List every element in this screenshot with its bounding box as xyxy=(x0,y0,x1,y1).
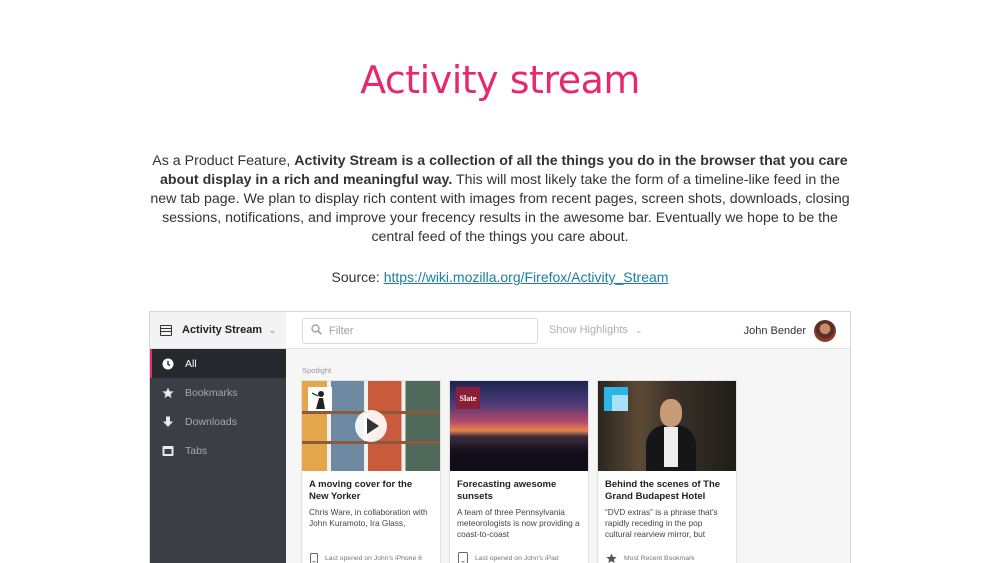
card-title: Forecasting awesome sunsets xyxy=(457,479,557,502)
download-arrow-icon xyxy=(162,416,174,428)
source-line: Source: https://wiki.mozilla.org/Firefox… xyxy=(0,269,1000,285)
sidebar-item-bookmarks[interactable]: Bookmarks xyxy=(150,378,286,407)
filter-box xyxy=(302,318,538,344)
clock-icon xyxy=(162,358,174,370)
new-yorker-logo-icon xyxy=(308,387,332,411)
spotlight-card[interactable]: Behind the scenes of The Grand Budapest … xyxy=(597,380,737,563)
sidebar-item-tabs[interactable]: Tabs xyxy=(150,436,286,465)
sidebar-item-label: Tabs xyxy=(185,444,208,457)
activity-stream-app: Activity Stream ⌄ All Bookmarks Download… xyxy=(149,311,851,563)
card-thumbnail: Slate xyxy=(450,381,588,471)
play-icon[interactable] xyxy=(355,410,387,442)
star-icon xyxy=(162,387,174,399)
card-footer-text: Last opened on John's iPhone 6 xyxy=(325,554,422,562)
star-icon xyxy=(606,552,617,563)
sidebar-nav: All Bookmarks Downloads Tabs xyxy=(150,349,286,465)
spotlight-label: Spotlight xyxy=(302,366,332,375)
feature-description: As a Product Feature, Activity Stream is… xyxy=(150,152,850,247)
stream-content: Spotlight A moving cover for the New Yor… xyxy=(286,349,850,563)
card-footer-text: Most Recent Bookmark xyxy=(624,554,695,562)
avatar xyxy=(814,320,836,342)
spotlight-card[interactable]: A moving cover for the New Yorker Chris … xyxy=(301,380,441,563)
slate-logo: Slate xyxy=(456,387,480,409)
card-title: A moving cover for the New Yorker xyxy=(309,479,413,502)
card-thumbnail xyxy=(302,381,440,471)
chevron-down-icon: ⌄ xyxy=(268,324,277,336)
source-label: Source: xyxy=(331,269,384,285)
topbar: Show Highlights ⌄ John Bender xyxy=(286,312,850,349)
user-name: John Bender xyxy=(743,325,806,337)
sidebar-item-label: All xyxy=(185,357,197,370)
app-switcher[interactable]: Activity Stream ⌄ xyxy=(150,312,286,349)
sidebar-item-label: Bookmarks xyxy=(185,386,238,399)
menu-icon xyxy=(160,324,172,336)
card-thumbnail xyxy=(598,381,736,471)
sidebar-item-all[interactable]: All xyxy=(150,349,286,378)
search-icon xyxy=(311,322,322,340)
card-description: “DVD extras” is a phrase that's rapidly … xyxy=(605,507,718,539)
slide-title: Activity stream xyxy=(360,58,640,102)
card-footer-text: Last opened on John's iPad xyxy=(475,554,559,562)
card-footer: Most Recent Bookmark xyxy=(598,547,736,563)
sidebar-item-downloads[interactable]: Downloads xyxy=(150,407,286,436)
sidebar: Activity Stream ⌄ All Bookmarks Download… xyxy=(150,312,286,563)
spotlight-card[interactable]: Slate Forecasting awesome sunsets A team… xyxy=(449,380,589,563)
app-name: Activity Stream xyxy=(182,324,263,336)
card-description: Chris Ware, in collaboration with John K… xyxy=(309,507,428,528)
card-description: A team of three Pennsylvania meteorologi… xyxy=(457,507,580,539)
chevron-down-icon: ⌄ xyxy=(634,325,643,335)
card-footer: Last opened on John's iPhone 6 xyxy=(302,547,440,563)
card-footer: Last opened on John's iPad xyxy=(450,547,588,563)
description-intro: As a Product Feature, xyxy=(152,153,295,169)
source-link[interactable]: https://wiki.mozilla.org/Firefox/Activit… xyxy=(384,269,669,285)
user-menu[interactable]: John Bender xyxy=(744,320,836,342)
highlights-label: Highlights xyxy=(579,324,628,336)
tablet-icon xyxy=(458,552,468,563)
phone-icon xyxy=(310,552,318,563)
sidebar-item-label: Downloads xyxy=(185,415,237,428)
show-label: Show xyxy=(549,324,577,336)
filter-input[interactable] xyxy=(329,325,519,337)
highlights-dropdown[interactable]: Show Highlights ⌄ xyxy=(549,324,643,336)
card-title: Behind the scenes of The Grand Budapest … xyxy=(605,479,721,502)
tabs-icon xyxy=(162,445,174,457)
